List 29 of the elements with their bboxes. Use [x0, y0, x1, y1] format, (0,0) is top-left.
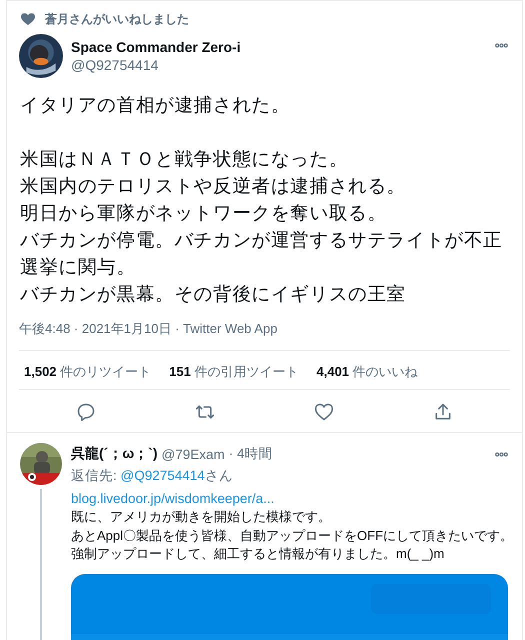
- reply-to-label: 返信先:: [71, 468, 118, 483]
- stat-link[interactable]: 4,401 件のいいね: [316, 363, 418, 377]
- more-icon[interactable]: [495, 452, 508, 456]
- stat-link[interactable]: 1,502 件のリツイート: [24, 363, 152, 377]
- tweet-text: 米国はＮＡＴＯと戦争状態になった。: [20, 148, 348, 172]
- heart-icon[interactable]: [314, 402, 334, 422]
- author-handle[interactable]: @Q92754414: [71, 57, 495, 73]
- author-name[interactable]: Space Commander Zero-i: [71, 39, 495, 55]
- share-icon[interactable]: [432, 402, 453, 422]
- url-link[interactable]: blog.livedoor.jp/wisdomkeeper/a...: [71, 491, 522, 506]
- mention-link[interactable]: @Q92754414: [120, 468, 205, 483]
- tweet-text: バチカンが停電。バチカンが運営するサテライトが不正選挙に関与。: [20, 229, 504, 280]
- stat-link[interactable]: 151 件の引用ツイート: [169, 363, 298, 377]
- reply-text: あとAppl〇製品を使う皆様、自動アップロードをOFFにして頂きたいです。: [71, 526, 514, 545]
- tweet-text: 米国内のテロリストや反逆者は逮捕される。: [20, 175, 406, 199]
- tweet-text: イタリアの首相が逮捕された。: [20, 94, 290, 118]
- author-name[interactable]: 呉龍(´；ω；`): [71, 445, 158, 463]
- reply-text: 既に、アメリカが動きを開始した模様です。: [71, 508, 331, 526]
- author-handle[interactable]: @79Exam: [161, 446, 225, 462]
- reply-text: 強制アップロードして、細工すると情報が有りました。m(_ _)m: [71, 545, 444, 563]
- tweet-text: バチカンが黒幕。その背後にイギリスの王室: [20, 283, 406, 307]
- reply-to-suffix: さん: [204, 468, 233, 483]
- tweet-time[interactable]: · 4時間: [228, 445, 272, 463]
- heart-icon: [21, 12, 35, 26]
- reply-icon[interactable]: [76, 402, 96, 422]
- tweet-timestamp[interactable]: 午後4:48 · 2021年1月10日 · Twitter Web App: [7, 308, 522, 338]
- tweet-text: 明日から軍隊がネットワークを奪い取る。: [20, 202, 387, 226]
- liked-by-text: 蒼月さんがいいねしました: [45, 10, 189, 28]
- more-icon[interactable]: [495, 43, 508, 48]
